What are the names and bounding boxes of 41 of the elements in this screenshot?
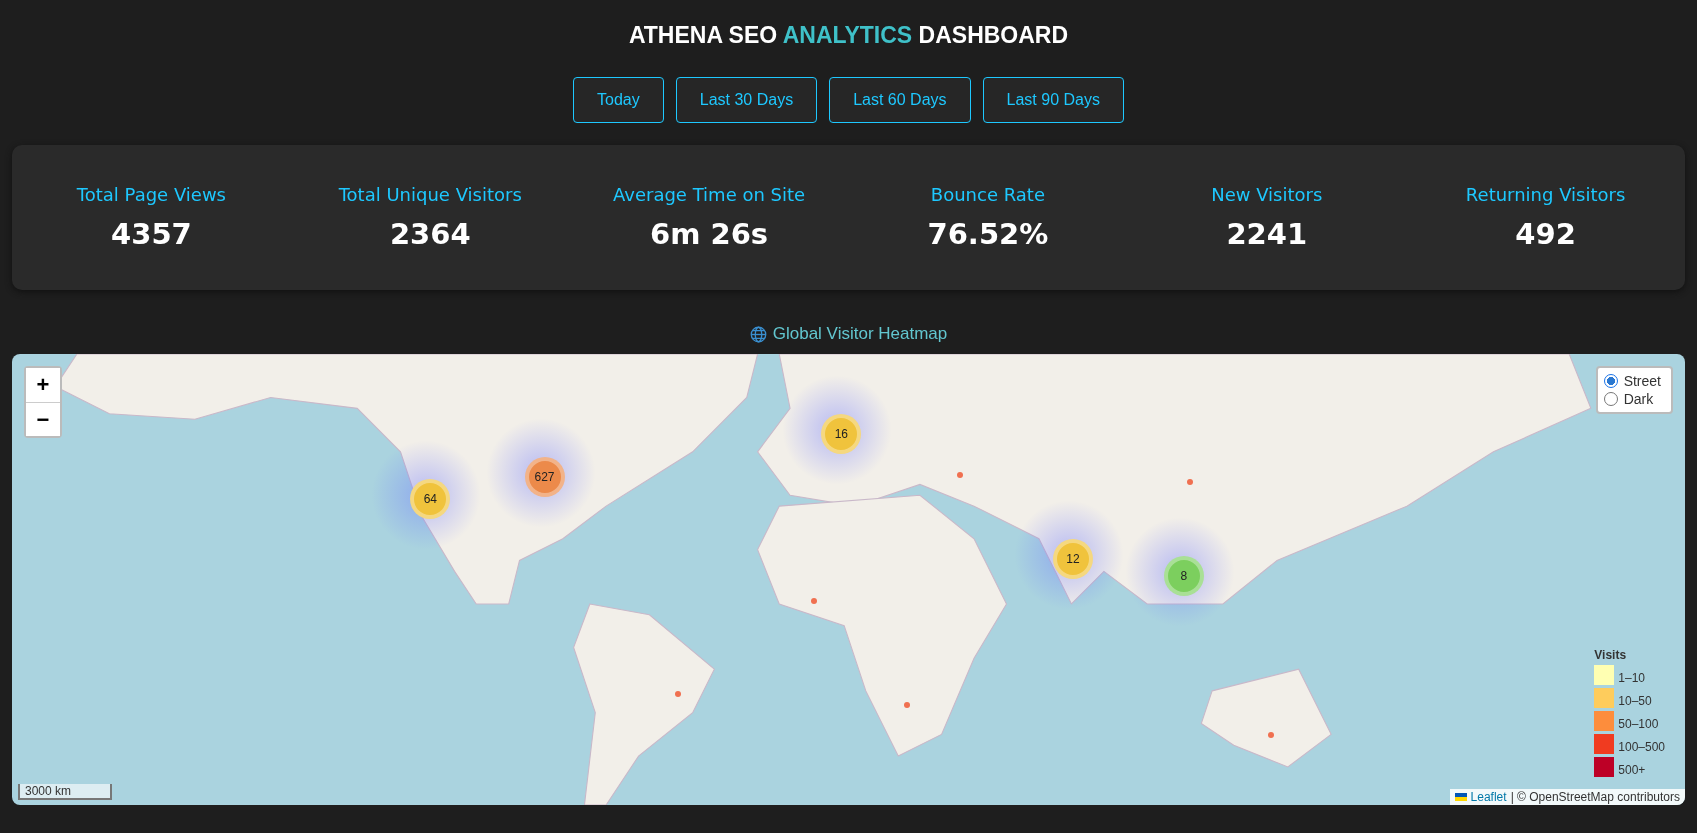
date-range-button[interactable]: Last 60 Days <box>829 77 971 123</box>
stat-value: 492 <box>1515 217 1576 251</box>
stat-value: 2241 <box>1226 217 1308 251</box>
stat-label: Total Unique Visitors <box>338 184 522 205</box>
legend-label: 10–50 <box>1618 694 1652 708</box>
legend-label: 50–100 <box>1618 717 1659 731</box>
dashboard-title: ATHENA SEO ANALYTICS DASHBOARD <box>628 22 1069 49</box>
visit-marker[interactable] <box>810 597 817 604</box>
map-heading: Global Visitor Heatmap <box>772 324 948 344</box>
stat-label: Returning Visitors <box>1465 184 1626 205</box>
visit-marker[interactable] <box>904 702 911 709</box>
stat-value: 6m 26s <box>650 217 769 251</box>
stat-value: 76.52% <box>927 217 1049 251</box>
stat-value: 2364 <box>389 217 471 251</box>
visit-marker[interactable] <box>674 691 681 698</box>
stat-label: Bounce Rate <box>930 184 1045 205</box>
stat-label: Total Page Views <box>76 184 226 205</box>
attribution-text: | © OpenStreetMap contributors <box>1510 790 1680 804</box>
legend-label: 100–500 <box>1618 740 1665 754</box>
radio-button[interactable] <box>1603 374 1618 388</box>
visit-marker[interactable] <box>1186 479 1193 486</box>
scale-bar: 3000 km <box>18 784 112 800</box>
stat-value: 4357 <box>111 217 192 251</box>
world-map[interactable]: 64 627 16 12 8 + − Street Dark Visits 1–10 10–50 50–100 100–500 500+ 3000 km Leaflet | © OpenStreetMap contributors <box>12 354 1685 805</box>
date-range-button[interactable]: Last 30 Days <box>675 77 818 123</box>
legend-label: 500+ <box>1618 763 1646 777</box>
zoom-out-button[interactable]: − <box>26 402 60 436</box>
date-range-button[interactable]: Today <box>573 77 664 123</box>
stat-label: New Visitors <box>1211 184 1323 205</box>
date-range-button[interactable]: Last 90 Days <box>982 77 1124 123</box>
globe-icon <box>749 325 767 343</box>
flag-icon <box>1454 793 1467 801</box>
radio-button[interactable] <box>1603 392 1618 406</box>
legend-label: 1–10 <box>1618 671 1645 685</box>
legend-title: Visits <box>1594 648 1628 662</box>
layer-option[interactable]: Dark <box>1603 391 1661 407</box>
visit-marker[interactable] <box>956 472 963 479</box>
visit-marker[interactable] <box>1268 731 1275 738</box>
leaflet-link[interactable]: Leaflet <box>1470 790 1507 804</box>
stat-label: Average Time on Site <box>613 184 806 205</box>
layer-option[interactable]: Street <box>1603 373 1661 389</box>
